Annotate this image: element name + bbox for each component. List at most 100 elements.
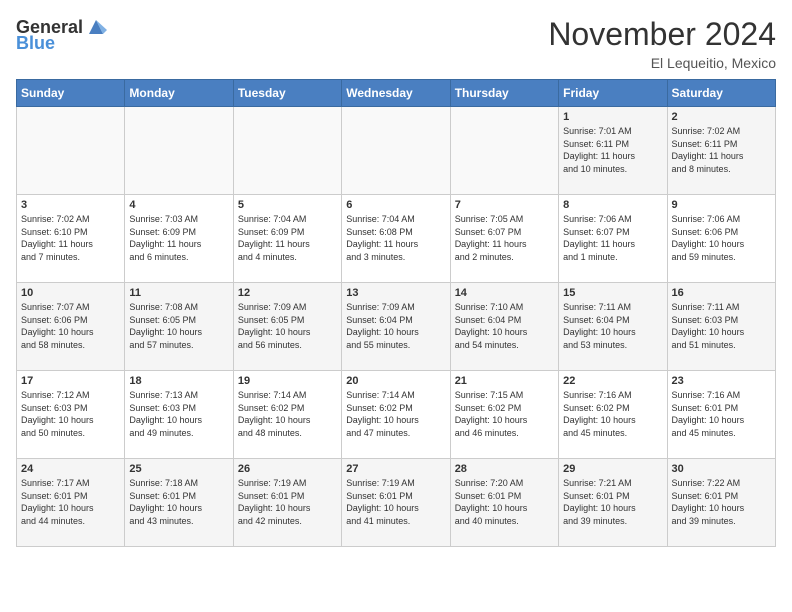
calendar-cell: 15 Sunrise: 7:11 AM Sunset: 6:04 PM Dayli… [559,283,667,371]
day-number: 9 [672,199,771,211]
calendar-cell: 8 Sunrise: 7:06 AM Sunset: 6:07 PM Daylig… [559,195,667,283]
day-number: 21 [455,375,554,387]
day-info: Sunrise: 7:11 AM Sunset: 6:04 PM Dayligh… [563,301,662,351]
day-number: 3 [21,199,120,211]
calendar-cell: 26Sunrise: 7:19 AM Sunset: 6:01 PM Dayli… [233,459,341,547]
calendar-cell: 29 Sunrise: 7:21 AM Sunset: 6:01 PM Dayli… [559,459,667,547]
calendar-cell: 16 Sunrise: 7:11 AM Sunset: 6:03 PM Dayli… [667,283,775,371]
day-info: Sunrise: 7:11 AM Sunset: 6:03 PM Dayligh… [672,301,771,351]
day-number: 18 [129,375,228,387]
calendar-cell: 1 Sunrise: 7:01 AM Sunset: 6:11 PM Daylig… [559,107,667,195]
calendar-cell: 2 Sunrise: 7:02 AM Sunset: 6:11 PM Daylig… [667,107,775,195]
calendar-cell: 27 Sunrise: 7:19 AM Sunset: 6:01 PM Dayli… [342,459,450,547]
calendar-cell: 19Sunrise: 7:14 AM Sunset: 6:02 PM Dayli… [233,371,341,459]
day-info: Sunrise: 7:16 AM Sunset: 6:02 PM Dayligh… [563,389,662,439]
title-block: November 2024 El Lequeitio, Mexico [548,16,776,71]
day-info: Sunrise: 7:21 AM Sunset: 6:01 PM Dayligh… [563,477,662,527]
weekday-header-tuesday: Tuesday [233,80,341,107]
day-info: Sunrise: 7:09 AM Sunset: 6:05 PM Dayligh… [238,301,337,351]
month-title: November 2024 [548,16,776,53]
calendar-cell: 18 Sunrise: 7:13 AM Sunset: 6:03 PM Dayli… [125,371,233,459]
calendar-cell: 7Sunrise: 7:05 AM Sunset: 6:07 PM Daylig… [450,195,558,283]
day-number: 22 [563,375,662,387]
day-info: Sunrise: 7:14 AM Sunset: 6:02 PM Dayligh… [346,389,445,439]
day-number: 19 [238,375,337,387]
calendar-cell: 11Sunrise: 7:08 AM Sunset: 6:05 PM Dayli… [125,283,233,371]
day-info: Sunrise: 7:06 AM Sunset: 6:07 PM Dayligh… [563,213,662,263]
calendar-cell: 3 Sunrise: 7:02 AM Sunset: 6:10 PM Daylig… [17,195,125,283]
day-info: Sunrise: 7:04 AM Sunset: 6:09 PM Dayligh… [238,213,337,263]
day-number: 8 [563,199,662,211]
calendar-cell: 14 Sunrise: 7:10 AM Sunset: 6:04 PM Dayli… [450,283,558,371]
day-number: 13 [346,287,445,299]
calendar-cell: 12 Sunrise: 7:09 AM Sunset: 6:05 PM Dayli… [233,283,341,371]
day-number: 24 [21,463,120,475]
day-info: Sunrise: 7:19 AM Sunset: 6:01 PM Dayligh… [346,477,445,527]
logo-icon [85,16,107,38]
calendar-cell [233,107,341,195]
day-info: Sunrise: 7:01 AM Sunset: 6:11 PM Dayligh… [563,125,662,175]
day-number: 11 [129,287,228,299]
calendar-cell: 17 Sunrise: 7:12 AM Sunset: 6:03 PM Dayli… [17,371,125,459]
day-number: 5 [238,199,337,211]
day-number: 28 [455,463,554,475]
calendar-row-1: 3 Sunrise: 7:02 AM Sunset: 6:10 PM Daylig… [17,195,776,283]
calendar-cell: 10Sunrise: 7:07 AM Sunset: 6:06 PM Dayli… [17,283,125,371]
location-title: El Lequeitio, Mexico [548,55,776,71]
day-number: 17 [21,375,120,387]
calendar-cell: 5 Sunrise: 7:04 AM Sunset: 6:09 PM Daylig… [233,195,341,283]
weekday-header-friday: Friday [559,80,667,107]
calendar-cell: 4 Sunrise: 7:03 AM Sunset: 6:09 PM Daylig… [125,195,233,283]
day-info: Sunrise: 7:02 AM Sunset: 6:11 PM Dayligh… [672,125,771,175]
calendar-cell: 25Sunrise: 7:18 AM Sunset: 6:01 PM Dayli… [125,459,233,547]
page-header: General Blue November 2024 El Lequeitio,… [16,16,776,71]
day-info: Sunrise: 7:12 AM Sunset: 6:03 PM Dayligh… [21,389,120,439]
day-number: 7 [455,199,554,211]
weekday-header-row: SundayMondayTuesdayWednesdayThursdayFrid… [17,80,776,107]
day-info: Sunrise: 7:22 AM Sunset: 6:01 PM Dayligh… [672,477,771,527]
calendar-cell: 22 Sunrise: 7:16 AM Sunset: 6:02 PM Dayli… [559,371,667,459]
day-info: Sunrise: 7:13 AM Sunset: 6:03 PM Dayligh… [129,389,228,439]
day-number: 27 [346,463,445,475]
calendar-table: SundayMondayTuesdayWednesdayThursdayFrid… [16,79,776,547]
day-info: Sunrise: 7:15 AM Sunset: 6:02 PM Dayligh… [455,389,554,439]
day-info: Sunrise: 7:17 AM Sunset: 6:01 PM Dayligh… [21,477,120,527]
weekday-header-sunday: Sunday [17,80,125,107]
calendar-cell: 24 Sunrise: 7:17 AM Sunset: 6:01 PM Dayli… [17,459,125,547]
day-number: 15 [563,287,662,299]
day-number: 16 [672,287,771,299]
day-number: 20 [346,375,445,387]
day-number: 12 [238,287,337,299]
calendar-cell: 6Sunrise: 7:04 AM Sunset: 6:08 PM Daylig… [342,195,450,283]
day-info: Sunrise: 7:09 AM Sunset: 6:04 PM Dayligh… [346,301,445,351]
calendar-cell: 9 Sunrise: 7:06 AM Sunset: 6:06 PM Daylig… [667,195,775,283]
day-number: 29 [563,463,662,475]
day-number: 14 [455,287,554,299]
day-number: 25 [129,463,228,475]
day-number: 4 [129,199,228,211]
day-number: 30 [672,463,771,475]
weekday-header-wednesday: Wednesday [342,80,450,107]
calendar-cell: 20 Sunrise: 7:14 AM Sunset: 6:02 PM Dayli… [342,371,450,459]
calendar-cell [125,107,233,195]
day-number: 6 [346,199,445,211]
day-info: Sunrise: 7:19 AM Sunset: 6:01 PM Dayligh… [238,477,337,527]
day-number: 23 [672,375,771,387]
day-info: Sunrise: 7:02 AM Sunset: 6:10 PM Dayligh… [21,213,120,263]
weekday-header-monday: Monday [125,80,233,107]
weekday-header-thursday: Thursday [450,80,558,107]
calendar-cell [450,107,558,195]
day-info: Sunrise: 7:06 AM Sunset: 6:06 PM Dayligh… [672,213,771,263]
calendar-cell [17,107,125,195]
day-number: 1 [563,111,662,123]
calendar-cell: 30 Sunrise: 7:22 AM Sunset: 6:01 PM Dayli… [667,459,775,547]
weekday-header-saturday: Saturday [667,80,775,107]
day-info: Sunrise: 7:03 AM Sunset: 6:09 PM Dayligh… [129,213,228,263]
day-number: 2 [672,111,771,123]
calendar-cell [342,107,450,195]
day-info: Sunrise: 7:10 AM Sunset: 6:04 PM Dayligh… [455,301,554,351]
calendar-row-0: 1 Sunrise: 7:01 AM Sunset: 6:11 PM Daylig… [17,107,776,195]
calendar-row-2: 10Sunrise: 7:07 AM Sunset: 6:06 PM Dayli… [17,283,776,371]
day-info: Sunrise: 7:07 AM Sunset: 6:06 PM Dayligh… [21,301,120,351]
calendar-cell: 13 Sunrise: 7:09 AM Sunset: 6:04 PM Dayli… [342,283,450,371]
